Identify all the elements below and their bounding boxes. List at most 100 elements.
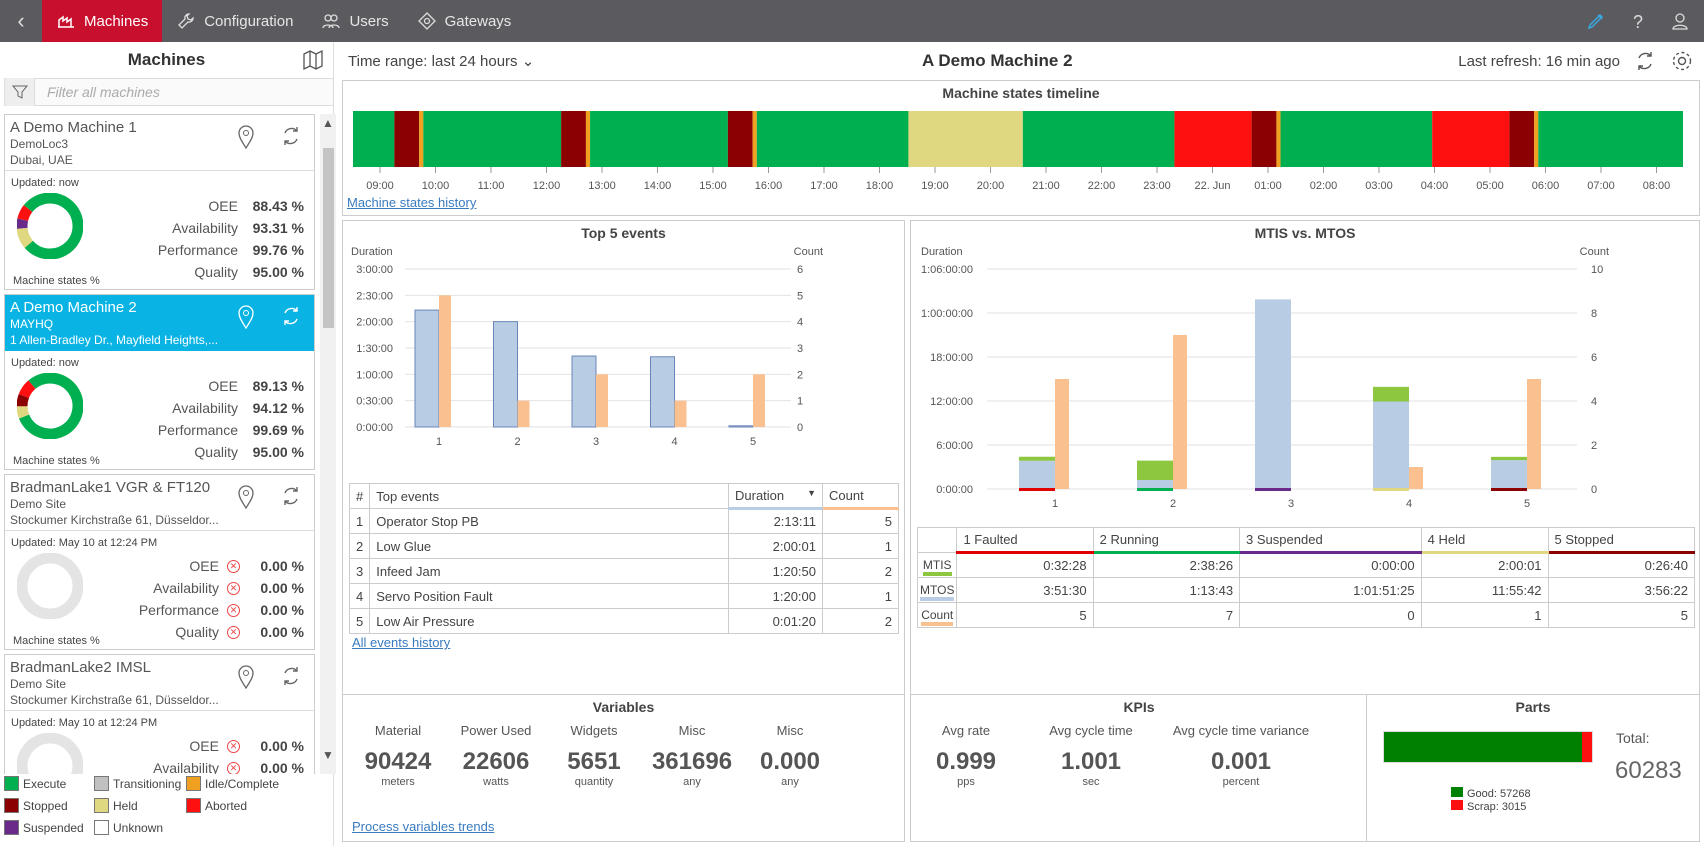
pen-tool-icon[interactable] [1586,11,1606,31]
duration-bar[interactable] [650,356,675,428]
settings-gear-icon[interactable] [1670,49,1694,73]
tab-configuration[interactable]: Configuration [162,0,307,42]
count-bar[interactable] [674,400,687,427]
metric-availability: Availability 94.12 % [104,397,304,419]
mtis-bar[interactable] [1019,456,1055,461]
user-account-icon[interactable] [1670,11,1690,31]
machine-card[interactable]: A Demo Machine 2 MAYHQ 1 Allen-Bradley D… [4,294,315,470]
machine-card-header[interactable]: A Demo Machine 2 MAYHQ 1 Allen-Bradley D… [5,295,314,351]
scroll-down-arrow[interactable]: ▼ [320,748,336,768]
legend-swatch [186,798,201,813]
map-icon[interactable] [301,48,325,72]
timeline-segment [423,111,562,167]
mtos-bar[interactable] [1491,460,1527,489]
timeline-segment [1534,111,1539,167]
x-tick-label: 4 [671,436,677,448]
machine-card[interactable]: A Demo Machine 1 DemoLoc3 Dubai, UAE Upd… [4,114,315,290]
count-bar[interactable] [1527,379,1541,489]
metric-value: 88.43 % [252,198,304,214]
mtis-cell: 11:55:42 [1420,577,1549,603]
location-pin-icon[interactable] [237,665,255,689]
scroll-thumb[interactable] [323,148,334,328]
refresh-icon[interactable] [280,125,302,147]
mtos-bar[interactable] [1137,479,1173,489]
metric-oee: OEE 89.13 % [104,375,304,397]
col-count[interactable]: Count [822,483,899,510]
timeline-segment [1022,111,1175,167]
count-bar[interactable] [1409,467,1423,489]
mtis-cell: 5 [956,602,1094,628]
duration-bar[interactable] [414,309,440,428]
time-range-select[interactable]: Time range: last 24 hours ⌄ [348,52,534,70]
filter-input[interactable]: Filter all machines [35,84,160,100]
duration-bar[interactable] [493,321,518,428]
help-icon[interactable]: ? [1628,11,1648,31]
col-event[interactable]: Top events [369,483,729,509]
process-variables-trends-link[interactable]: Process variables trends [352,819,494,834]
back-button[interactable]: ‹ [0,0,42,42]
all-events-history-link[interactable]: All events history [352,635,450,650]
machine-card-header[interactable]: BradmanLake2 IMSL Demo Site Stockumer Ki… [5,655,314,711]
timeline-tick-label: 06:00 [1532,180,1560,192]
location-pin-icon[interactable] [237,485,255,509]
col-duration[interactable]: Duration ▼ [728,483,823,510]
count-bar[interactable] [1173,335,1187,489]
mtos-bar[interactable] [1373,401,1409,489]
timeline-tick-label: 13:00 [588,180,616,192]
machine-states-donut [17,373,83,439]
top5-chart[interactable]: Duration Count 3:00:00 6 2:30:00 5 2:00:00 4 1:3… [343,243,903,473]
kpi-unit: sec [1082,776,1100,788]
filter-icon[interactable] [5,78,35,106]
location-pin-icon[interactable] [237,305,255,329]
table-row[interactable]: 4 Servo Position Fault 1:20:00 1 [348,583,899,609]
timeline-chart[interactable]: 09:00 10:00 11:00 12:00 13:00 14:00 15:00 16:00… [349,107,1689,197]
scroll-up-arrow[interactable]: ▲ [320,116,336,136]
count-bar[interactable] [517,400,530,427]
tab-users[interactable]: Users [307,0,402,42]
duration-bar[interactable] [728,425,754,428]
table-row[interactable]: 3 Infeed Jam 1:20:50 2 [348,558,899,584]
duration-bar[interactable] [571,355,597,428]
mtis-chart[interactable]: Duration Count1:06:00:00 101:00:00:00 818:0… [911,241,1699,513]
location-pin-icon[interactable] [237,125,255,149]
machine-card[interactable]: BradmanLake1 VGR & FT120 Demo Site Stock… [4,474,315,650]
mtis-col-header: 4 Held [1420,527,1549,554]
sort-desc-icon: ▼ [807,488,816,498]
top-nav-bar: ‹ Machines Configuration Users Gateways … [0,0,1704,42]
cell-duration: 0:01:20 [728,608,823,634]
machine-card-header[interactable]: BradmanLake1 VGR & FT120 Demo Site Stock… [5,475,314,531]
x-tick-label: 4 [1406,498,1412,510]
count-bar[interactable] [753,374,765,427]
table-row[interactable]: 2 Low Glue 2:00:01 1 [348,533,899,559]
refresh-icon[interactable] [280,305,302,327]
mtis-bar[interactable] [1373,386,1409,402]
mtos-bar[interactable] [1255,299,1291,489]
machine-list-scrollbar[interactable]: ▲ ▼ [320,114,336,774]
metric-value: 95.00 % [252,444,304,460]
machine-card-header[interactable]: A Demo Machine 1 DemoLoc3 Dubai, UAE [5,115,314,171]
count-bar[interactable] [439,295,451,427]
y2-tick-label: 3 [797,343,803,355]
table-row[interactable]: 1 Operator Stop PB 2:13:11 5 [348,508,899,534]
table-row[interactable]: 5 Low Air Pressure 0:01:20 2 [348,608,899,634]
legend-swatch [94,776,109,791]
metric-value: 99.69 % [252,422,304,438]
oee-metrics: OEE ✕ 0.00 % Availability ✕ 0.00 % [104,735,304,774]
legend-swatch [186,776,201,791]
mtis-bar[interactable] [1137,460,1173,480]
refresh-icon[interactable] [1634,50,1656,72]
refresh-icon[interactable] [280,665,302,687]
count-bar[interactable] [596,374,608,427]
state-legend: Execute Transitioning Idle/Complete Stopped… [4,776,334,846]
machine-states-history-link[interactable]: Machine states history [347,195,476,210]
tab-gateways[interactable]: Gateways [403,0,526,42]
mtos-bar[interactable] [1019,460,1055,489]
machine-card[interactable]: BradmanLake2 IMSL Demo Site Stockumer Ki… [4,654,315,774]
metric-label: Performance [138,602,219,618]
tab-machines[interactable]: Machines [42,0,163,42]
refresh-icon[interactable] [280,485,302,507]
metric-label: Availability [153,580,219,596]
count-bar[interactable] [1055,379,1069,489]
mtis-bar[interactable] [1491,456,1527,461]
svg-text:?: ? [1633,12,1643,31]
